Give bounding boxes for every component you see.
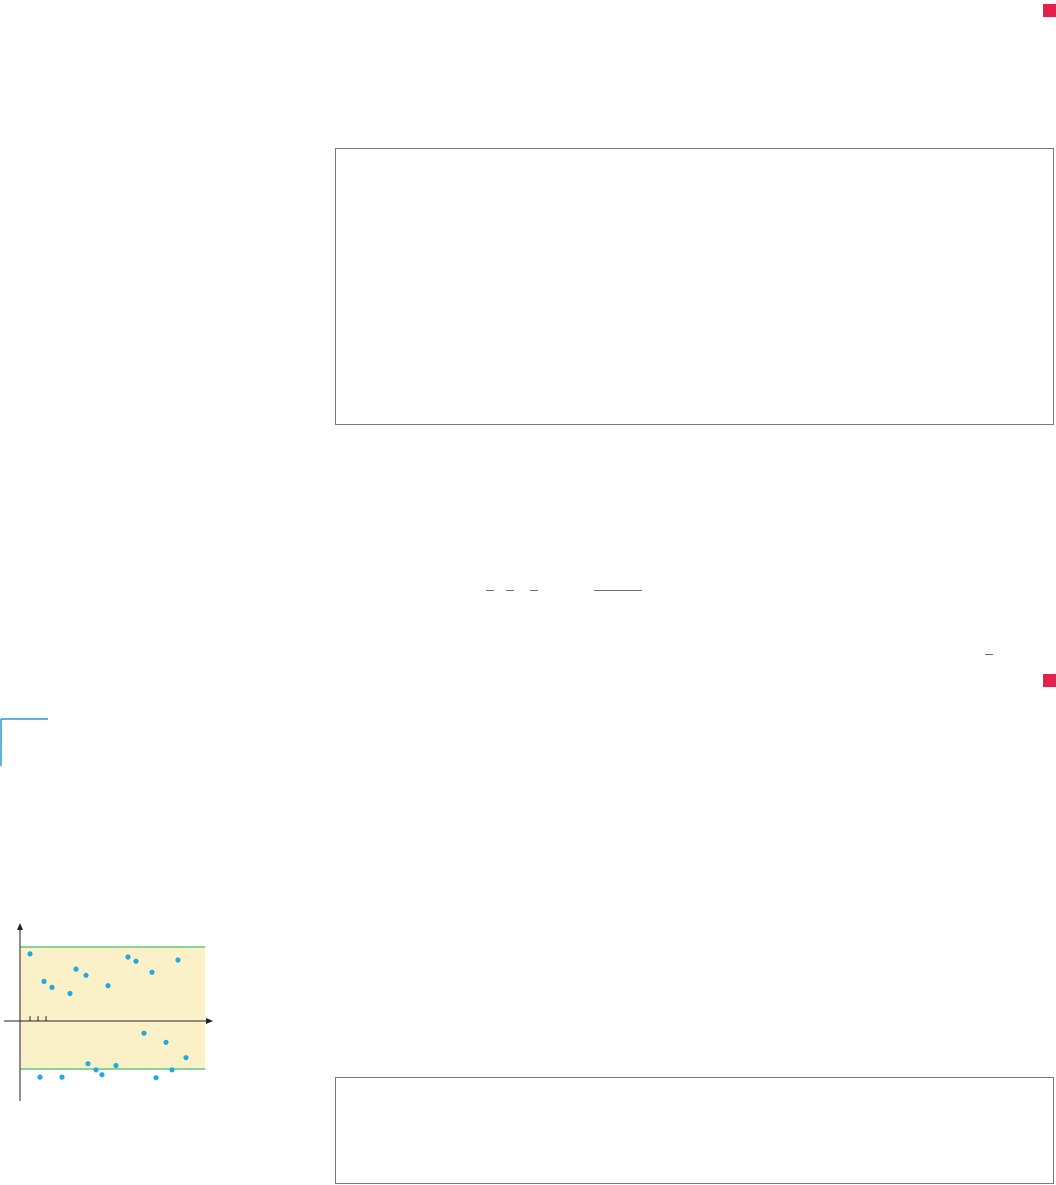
band-fill bbox=[20, 947, 205, 1069]
end-of-proof-mark-middle bbox=[1043, 674, 1056, 687]
fraction-bar bbox=[506, 590, 514, 591]
fraction-bar bbox=[530, 590, 538, 591]
fraction-bar bbox=[486, 590, 494, 591]
sequence-point bbox=[153, 1075, 159, 1081]
sequence-point bbox=[93, 1067, 99, 1073]
sequence-point bbox=[105, 983, 111, 989]
sequence-point bbox=[49, 984, 55, 990]
sequence-point bbox=[149, 969, 155, 975]
sequence-point bbox=[59, 1074, 65, 1080]
x-axis-arrow-icon bbox=[206, 1018, 213, 1024]
sequence-point bbox=[73, 966, 79, 972]
margin-corner-rule bbox=[0, 718, 48, 766]
sequence-point bbox=[141, 1030, 147, 1036]
end-of-proof-mark-top bbox=[1043, 4, 1056, 17]
fraction-bar bbox=[594, 590, 642, 591]
sequence-point bbox=[67, 990, 73, 997]
y-axis-arrow-icon bbox=[17, 923, 23, 930]
sequence-point bbox=[27, 951, 33, 957]
sequence-point bbox=[41, 978, 47, 984]
sequence-point bbox=[169, 1067, 175, 1073]
sequence-point bbox=[37, 1074, 43, 1080]
boxed-definition-frame bbox=[335, 148, 1054, 425]
sequence-point bbox=[85, 1061, 91, 1067]
sequence-point bbox=[113, 1062, 119, 1069]
sequence-point bbox=[163, 1039, 169, 1045]
sequence-point bbox=[183, 1055, 189, 1061]
sequence-point bbox=[125, 954, 131, 960]
bounded-sequence-figure bbox=[4, 923, 213, 1101]
sequence-point bbox=[99, 1072, 105, 1078]
sequence-point bbox=[175, 957, 181, 963]
sequence-point bbox=[83, 972, 89, 978]
fraction-bar bbox=[985, 654, 993, 655]
boxed-theorem-frame bbox=[335, 1077, 1054, 1184]
sequence-point bbox=[133, 958, 139, 964]
